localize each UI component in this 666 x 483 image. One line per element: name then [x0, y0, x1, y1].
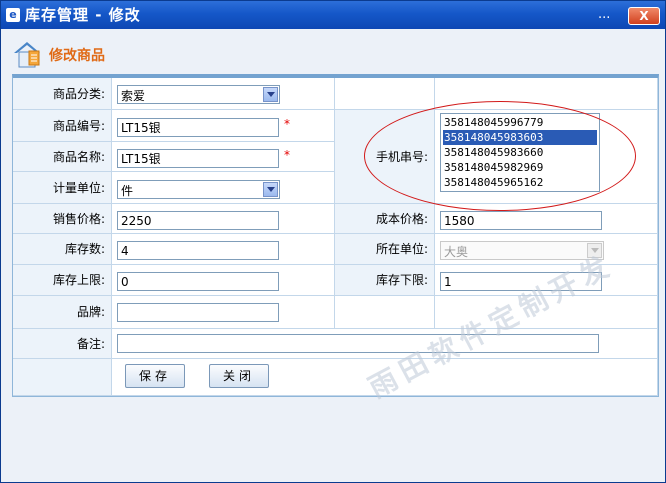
remark-label: 备注: [76, 337, 105, 351]
close-button[interactable]: 关闭 [209, 364, 269, 388]
chevron-down-icon[interactable] [263, 182, 278, 197]
more-button[interactable]: ... [598, 7, 610, 23]
dialog-window: e 库存管理 - 修改 ... X 修改商品 商品分类: 商品编号: 商品名称:… [0, 0, 666, 483]
blank-cell-r1 [335, 78, 435, 110]
category-label-cell: 商品分类: [13, 78, 112, 110]
name-label: 商品名称: [52, 150, 105, 164]
location-value: 大奥 [444, 245, 469, 259]
house-icon [14, 42, 40, 68]
stock-label-cell: 库存数: [13, 234, 112, 265]
category-value: 索爱 [121, 89, 146, 103]
app-icon: e [6, 8, 20, 22]
name-required-mark: * [284, 148, 290, 162]
unit-label-cell: 计量单位: [13, 172, 112, 204]
stock-max-label: 库存上限: [52, 273, 105, 287]
cost-price-label: 成本价格: [375, 212, 428, 226]
remark-label-cell: 备注: [13, 329, 112, 359]
location-label: 所在单位: [375, 242, 428, 256]
highlight-annotation-oval [364, 101, 636, 211]
stock-max-input[interactable] [117, 272, 279, 291]
blank-cell-r8 [335, 296, 435, 329]
chevron-down-icon[interactable] [263, 87, 278, 102]
unit-value: 件 [121, 184, 134, 198]
close-window-button[interactable]: X [628, 7, 660, 25]
brand-label: 品牌: [76, 305, 105, 319]
stock-label: 库存数: [64, 242, 105, 256]
window-title: 库存管理 - 修改 [25, 6, 141, 24]
name-input[interactable] [117, 149, 279, 168]
code-input[interactable] [117, 118, 279, 137]
remark-input[interactable] [117, 334, 599, 353]
code-label-cell: 商品编号: [13, 110, 112, 142]
name-label-cell: 商品名称: [13, 142, 112, 172]
stock-input[interactable] [117, 241, 279, 260]
location-label-cell: 所在单位: [335, 234, 435, 265]
title-bar[interactable]: e 库存管理 - 修改 ... X [1, 1, 665, 29]
category-select[interactable]: 索爱 [117, 85, 280, 104]
save-button[interactable]: 保存 [125, 364, 185, 388]
brand-label-cell: 品牌: [13, 296, 112, 329]
category-label: 商品分类: [52, 87, 105, 101]
sale-price-input[interactable] [117, 211, 279, 230]
sale-price-label-cell: 销售价格: [13, 204, 112, 234]
unit-label: 计量单位: [52, 181, 105, 195]
stock-max-label-cell: 库存上限: [13, 265, 112, 296]
cost-price-label-cell: 成本价格: [335, 204, 435, 234]
code-required-mark: * [284, 117, 290, 131]
cost-price-input[interactable] [440, 211, 602, 230]
code-label: 商品编号: [52, 119, 105, 133]
brand-input[interactable] [117, 303, 279, 322]
stock-min-label: 库存下限: [375, 273, 428, 287]
unit-select[interactable]: 件 [117, 180, 280, 199]
sale-price-label: 销售价格: [52, 212, 105, 226]
stock-min-label-cell: 库存下限: [335, 265, 435, 296]
buttons-label-cell [13, 359, 112, 396]
page-title: 修改商品 [49, 48, 105, 64]
